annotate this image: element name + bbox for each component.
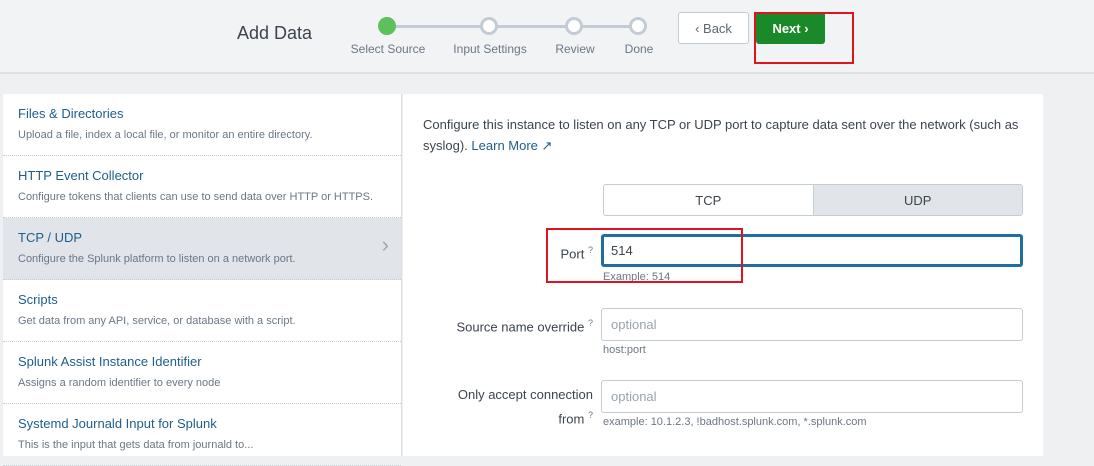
- source-tcp-udp[interactable]: TCP / UDP Configure the Splunk platform t…: [3, 218, 401, 280]
- step-label: Input Settings: [453, 42, 527, 56]
- highlight-box: [546, 228, 743, 283]
- source-systemd-journald[interactable]: Systemd Journald Input for Splunk This is…: [3, 404, 401, 466]
- label-text: Only accept connection from: [457, 387, 593, 427]
- item-desc: Upload a file, index a local file, or mo…: [18, 129, 313, 141]
- chevron-right-icon: ›: [381, 232, 389, 257]
- back-button[interactable]: ‹ Back: [678, 12, 749, 44]
- item-title: Systemd Journald Input for Splunk: [18, 416, 217, 431]
- item-title: HTTP Event Collector: [18, 168, 144, 183]
- source-name-input[interactable]: optional: [601, 308, 1023, 341]
- source-label: Source name override ?: [456, 313, 593, 337]
- protocol-toggle: TCP UDP: [603, 184, 1023, 216]
- item-desc: Configure tokens that clients can use to…: [18, 191, 374, 203]
- learn-more-link[interactable]: Learn More ↗: [471, 138, 552, 153]
- item-desc: Configure the Splunk platform to listen …: [18, 253, 296, 265]
- accept-help: example: 10.1.2.3, !badhost.splunk.com, …: [603, 416, 867, 428]
- accept-from-input[interactable]: optional: [601, 380, 1023, 413]
- progress-line: [387, 25, 632, 28]
- step-dot-done: [629, 17, 647, 35]
- udp-option[interactable]: UDP: [812, 185, 1022, 215]
- tcp-option[interactable]: TCP: [604, 185, 813, 215]
- header: Add Data Select Source Input Settings Re…: [0, 0, 1094, 74]
- source-splunk-assist[interactable]: Splunk Assist Instance Identifier Assigns…: [3, 342, 401, 404]
- item-desc: This is the input that gets data from jo…: [18, 439, 254, 451]
- item-desc: Assigns a random identifier to every nod…: [18, 377, 221, 389]
- page-title: Add Data: [237, 23, 313, 43]
- step-dot-select-source: [378, 17, 396, 35]
- source-list: Files & Directories Upload a file, index …: [3, 94, 402, 466]
- accept-label: Only accept connection from ?: [443, 385, 593, 429]
- item-desc: Get data from any API, service, or datab…: [18, 315, 296, 327]
- item-title: Splunk Assist Instance Identifier: [18, 354, 202, 369]
- item-title: Scripts: [18, 292, 58, 307]
- help-icon[interactable]: ?: [588, 318, 593, 328]
- source-scripts[interactable]: Scripts Get data from any API, service, o…: [3, 280, 401, 342]
- intro-text: Configure this instance to listen on any…: [423, 114, 1023, 156]
- item-title: TCP / UDP: [18, 230, 83, 245]
- item-title: Files & Directories: [18, 106, 124, 121]
- step-dot-input-settings: [480, 17, 498, 35]
- highlight-box: [754, 12, 854, 64]
- source-files-directories[interactable]: Files & Directories Upload a file, index …: [3, 94, 401, 156]
- step-label: Review: [555, 42, 595, 56]
- source-http-event-collector[interactable]: HTTP Event Collector Configure tokens tha…: [3, 156, 401, 218]
- source-help: host:port: [603, 344, 646, 356]
- label-text: Source name override: [456, 319, 585, 335]
- help-icon[interactable]: ?: [588, 410, 593, 420]
- step-dot-review: [565, 17, 583, 35]
- step-label: Done: [624, 42, 654, 56]
- step-label: Select Source: [350, 42, 426, 56]
